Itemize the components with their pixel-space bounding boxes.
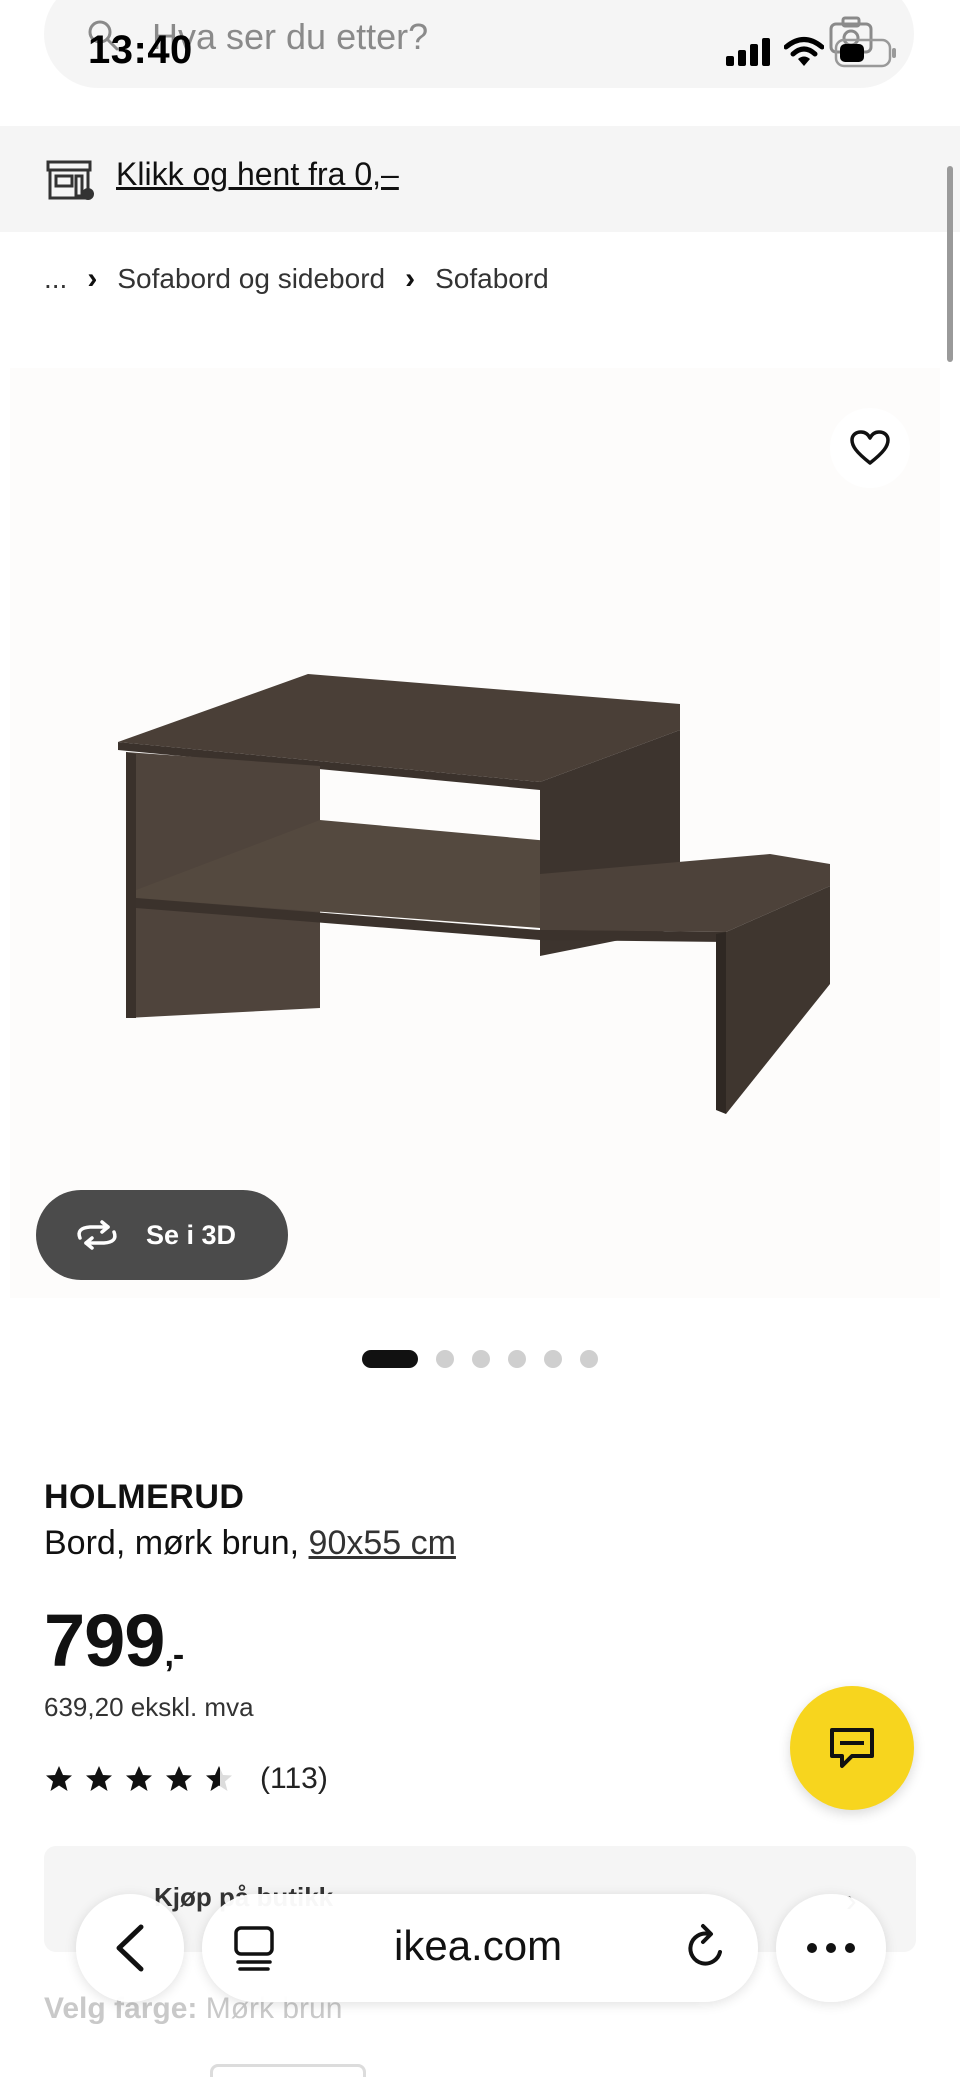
product-description-text: Bord, mørk brun, (44, 1524, 300, 1562)
price-suffix: ,- (164, 1636, 184, 1674)
star-icon (46, 1766, 72, 1791)
favorite-button[interactable] (830, 408, 910, 488)
product-size-link[interactable]: 90x55 cm (309, 1524, 456, 1562)
store-icon (46, 160, 94, 200)
signal-icon (726, 38, 770, 66)
wifi-icon (784, 37, 824, 66)
chat-icon (830, 1728, 874, 1768)
reload-icon[interactable] (684, 1922, 730, 1972)
product-price: 799,- (44, 1598, 184, 1683)
pager-dot[interactable] (508, 1350, 526, 1368)
heart-icon (850, 430, 890, 465)
chat-button[interactable] (790, 1686, 914, 1810)
breadcrumb-item-ellipsis[interactable]: ... (44, 263, 67, 295)
product-image[interactable] (10, 368, 940, 1298)
pager-dot[interactable] (472, 1350, 490, 1368)
price-value: 799 (44, 1599, 165, 1682)
tabs-icon[interactable] (232, 1924, 276, 1972)
more-icon (845, 1943, 855, 1953)
product-name: HOLMERUD (44, 1478, 245, 1516)
color-swatch[interactable] (210, 2064, 366, 2077)
more-icon (826, 1943, 836, 1953)
breadcrumb: ... › Sofabord og sidebord › Sofabord (44, 262, 549, 296)
browser-back-button[interactable] (76, 1894, 184, 2002)
search-input[interactable]: Hva ser du etter? (152, 16, 428, 58)
chevron-right-icon: › (87, 262, 98, 295)
pager-dot-active[interactable] (362, 1350, 418, 1368)
browser-url[interactable]: ikea.com (394, 1922, 562, 1970)
rotate-3d-icon (77, 1220, 117, 1250)
review-count[interactable]: (113) (260, 1762, 328, 1796)
breadcrumb-item-sofabord-og-sidebord[interactable]: Sofabord og sidebord (117, 263, 385, 295)
back-icon (116, 1924, 144, 1972)
product-description: Bord, mørk brun, 90x55 cm (44, 1524, 456, 1563)
battery-icon (834, 38, 896, 68)
star-icon (86, 1766, 112, 1791)
click-collect-link[interactable]: Klikk og hent fra 0,– (116, 156, 399, 193)
browser-more-button[interactable] (776, 1894, 886, 2002)
status-time: 13:40 (88, 28, 193, 72)
price-ex-vat: 639,20 ekskl. mva (44, 1692, 254, 1722)
pager-dot[interactable] (580, 1350, 598, 1368)
image-pager (362, 1350, 598, 1368)
pager-dot[interactable] (544, 1350, 562, 1368)
breadcrumb-item-sofabord[interactable]: Sofabord (435, 263, 549, 295)
view-3d-button[interactable]: Se i 3D (36, 1190, 288, 1280)
scrollbar[interactable] (947, 166, 953, 362)
star-half-icon (206, 1766, 232, 1791)
coffee-table-illustration (118, 674, 830, 1114)
product-rating[interactable]: (113) (44, 1762, 328, 1796)
pager-dot[interactable] (436, 1350, 454, 1368)
view-3d-label: Se i 3D (146, 1219, 237, 1250)
star-icon (166, 1766, 192, 1791)
chevron-right-icon: › (405, 262, 416, 295)
more-icon (807, 1943, 817, 1953)
star-icon (126, 1766, 152, 1791)
